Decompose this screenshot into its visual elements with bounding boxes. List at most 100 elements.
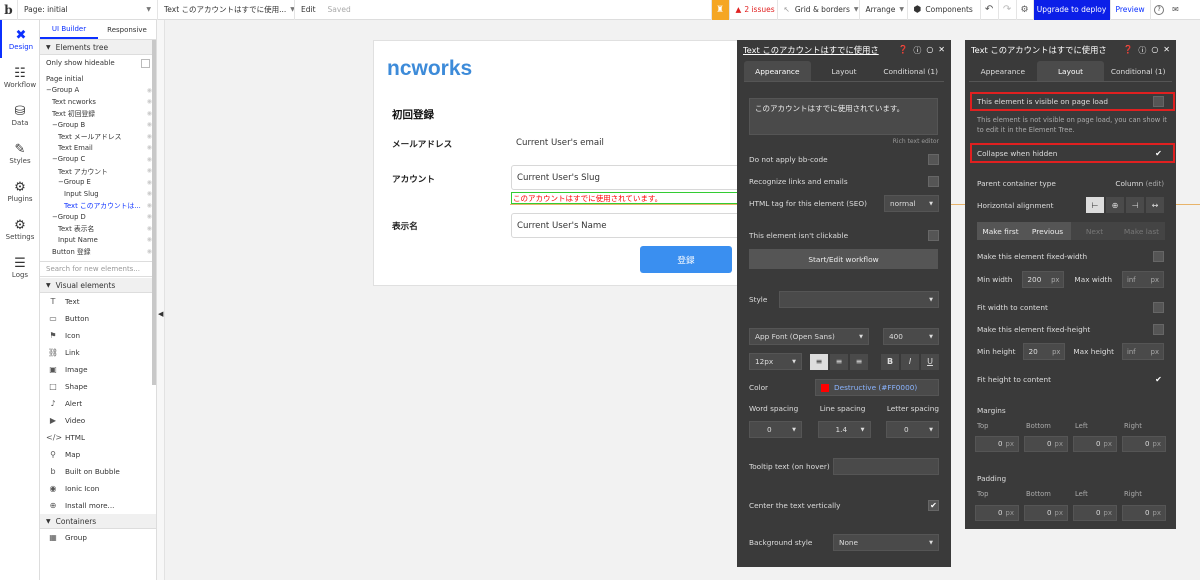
tab-ui-builder[interactable]: UI Builder [40, 20, 98, 39]
palette-item-shape[interactable]: □ Shape [40, 378, 156, 395]
tree-item[interactable]: −Group B ◉ [40, 119, 156, 131]
bell-icon[interactable]: ✉ [1168, 0, 1184, 20]
panel-collapse-handle[interactable]: ◀ [157, 20, 165, 580]
palette-item-text[interactable]: T Text [40, 293, 156, 310]
bg-style-select[interactable]: None ▼ [833, 534, 939, 551]
display-name-label[interactable]: 表示名 [392, 220, 418, 232]
font-family-select[interactable]: App Font (Open Sans) ▼ [749, 328, 869, 345]
parent-type-edit-link[interactable]: (edit) [1146, 180, 1164, 188]
bubble-logo-icon[interactable]: b [0, 0, 18, 20]
account-error-text[interactable]: このアカウントはすでに使用されています。 [511, 192, 775, 204]
nav-data[interactable]: ⛁ Data [0, 96, 40, 134]
tree-item[interactable]: Text このアカウントは... ◉ [40, 200, 156, 212]
tab-layout[interactable]: Layout [811, 61, 878, 81]
only-hideable-checkbox[interactable] [141, 58, 150, 68]
margin-left-input[interactable]: 0 px [1073, 436, 1117, 452]
element-selector[interactable]: Text このアカウントはすでに使用... ▼ [158, 0, 295, 20]
components-button[interactable]: ⬢ Components [908, 0, 981, 20]
make-last-button[interactable]: Make last [1118, 222, 1165, 240]
email-label[interactable]: メールアドレス [392, 138, 452, 150]
start-edit-workflow-button[interactable]: Start/Edit workflow [749, 249, 938, 269]
underline-icon[interactable]: U [921, 353, 939, 370]
arrange-menu[interactable]: Arrange ▼ [860, 0, 908, 20]
palette-item-group[interactable]: ▦ Group [40, 529, 156, 546]
nav-plugins[interactable]: ⚙ Plugins [0, 172, 40, 210]
max-width-unit[interactable]: px [1151, 276, 1159, 284]
page-selector[interactable]: Page: initial ▼ [18, 0, 158, 20]
padding-bottom-input[interactable]: 0 px [1024, 505, 1068, 521]
tab-conditional[interactable]: Conditional (1) [1104, 61, 1172, 81]
palette-item-ionic-icon[interactable]: ◉ Ionic Icon [40, 480, 156, 497]
min-width-input[interactable]: 200 px [1022, 271, 1065, 288]
tab-conditional[interactable]: Conditional (1) [877, 61, 944, 81]
make-first-button[interactable]: Make first [977, 222, 1024, 240]
center-vertically-checkbox[interactable]: ✔ [928, 500, 939, 511]
nav-settings[interactable]: ⚙ Settings [0, 210, 40, 248]
register-button[interactable]: 登録 [640, 246, 732, 273]
close-icon[interactable]: ✕ [938, 45, 945, 56]
nav-styles[interactable]: ✎ Styles [0, 134, 40, 172]
tree-item[interactable]: Text アカウント ◉ [40, 165, 156, 177]
palette-item-alert[interactable]: ♪ Alert [40, 395, 156, 412]
min-width-unit[interactable]: px [1051, 276, 1059, 284]
palette-item-button[interactable]: ▭ Button [40, 310, 156, 327]
palette-item-video[interactable]: ▶ Video [40, 412, 156, 429]
grid-borders-menu[interactable]: ↖ Grid & borders ▼ [778, 0, 860, 20]
min-height-input[interactable]: 20 px [1023, 343, 1066, 360]
italic-icon[interactable]: I [901, 353, 919, 370]
next-button[interactable]: Next [1071, 222, 1118, 240]
visual-elements-header[interactable]: ▼ Visual elements [40, 278, 156, 293]
palette-item-install-more-[interactable]: ⊕ Install more... [40, 497, 156, 514]
name-input[interactable]: Current User's Name [511, 213, 751, 238]
margin-right-input[interactable]: 0 px [1122, 436, 1166, 452]
align-justify-icon[interactable]: ↔ [1146, 197, 1164, 213]
edit-menu[interactable]: Edit [295, 0, 322, 20]
rich-text-editor-link[interactable]: Rich text editor [893, 138, 939, 145]
recognize-links-checkbox[interactable] [928, 176, 939, 187]
style-select[interactable]: ▼ [779, 291, 939, 308]
font-size-select[interactable]: 12px ▼ [749, 353, 802, 370]
text-content-editor[interactable]: このアカウントはすでに使用されています。 [749, 98, 938, 135]
tab-layout[interactable]: Layout [1036, 61, 1105, 81]
align-right-icon[interactable]: ≡ [850, 353, 868, 370]
palette-item-icon[interactable]: ⚑ Icon [40, 327, 156, 344]
align-left-icon[interactable]: ⊢ [1086, 197, 1104, 213]
min-height-unit[interactable]: px [1052, 348, 1060, 356]
bold-icon[interactable]: B [881, 353, 899, 370]
tree-item[interactable]: Text 表示名 ◉ [40, 223, 156, 235]
upgrade-button[interactable]: Upgrade to deploy [1033, 0, 1111, 20]
comment-icon[interactable]: ○ [926, 45, 933, 56]
palette-item-map[interactable]: ⚲ Map [40, 446, 156, 463]
margin-bottom-input[interactable]: 0 px [1024, 436, 1068, 452]
nav-design[interactable]: ✖ Design [0, 20, 40, 58]
help-icon[interactable]: ? [1151, 0, 1168, 20]
padding-left-input[interactable]: 0 px [1073, 505, 1117, 521]
tree-item[interactable]: −Group E ◉ [40, 177, 156, 189]
tab-responsive[interactable]: Responsive [98, 20, 156, 39]
tree-item[interactable]: Text 初回登録 ◉ [40, 108, 156, 120]
help-icon[interactable]: ❓ [1123, 45, 1133, 56]
preview-button[interactable]: Preview [1111, 0, 1151, 20]
padding-top-input[interactable]: 0 px [975, 505, 1019, 521]
not-clickable-checkbox[interactable] [928, 230, 939, 241]
tree-item[interactable]: Text メールアドレス ◉ [40, 131, 156, 143]
fit-height-checkbox[interactable]: ✔ [1153, 374, 1164, 385]
nav-logs[interactable]: ☰ Logs [0, 248, 40, 286]
slug-input[interactable]: Current User's Slug [511, 165, 751, 190]
align-left-icon[interactable]: ≡ [810, 353, 828, 370]
tree-item[interactable]: Input Slug ◉ [40, 188, 156, 200]
element-search-input[interactable]: Search for new elements... [40, 261, 156, 277]
redo-icon[interactable]: ↷ [999, 0, 1017, 20]
help-icon[interactable]: ❓ [898, 45, 908, 56]
tour-icon[interactable]: ♜ [711, 0, 730, 20]
containers-header[interactable]: ▼ Containers [40, 514, 156, 529]
font-weight-select[interactable]: 400 ▼ [883, 328, 939, 345]
tree-item[interactable]: Input Name ◉ [40, 234, 156, 246]
tree-item[interactable]: −Group D ◉ [40, 211, 156, 223]
no-bbcode-checkbox[interactable] [928, 154, 939, 165]
letter-spacing-input[interactable]: 0 ▼ [886, 421, 939, 438]
max-height-unit[interactable]: px [1151, 348, 1159, 356]
line-spacing-input[interactable]: 1.4 ▼ [817, 421, 871, 438]
info-icon[interactable]: ⓘ [1138, 45, 1146, 56]
palette-item-image[interactable]: ▣ Image [40, 361, 156, 378]
